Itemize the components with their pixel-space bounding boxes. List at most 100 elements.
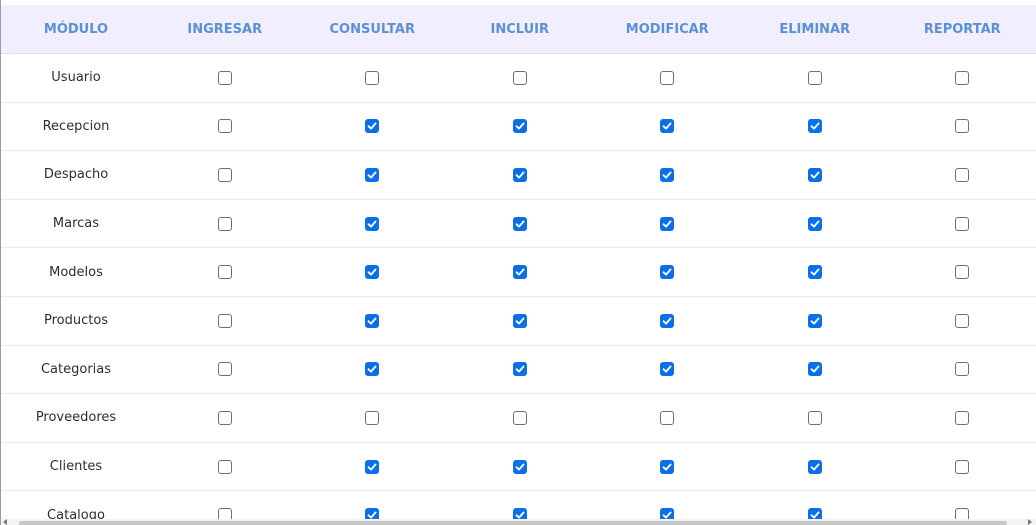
checkbox-reportar[interactable] bbox=[955, 362, 970, 377]
scroll-left-arrow-icon[interactable] bbox=[3, 519, 7, 525]
module-name: Clientes bbox=[1, 442, 151, 492]
module-name: Marcas bbox=[1, 199, 151, 249]
permission-cell-incluir bbox=[446, 345, 594, 395]
checkbox-incluir[interactable] bbox=[512, 70, 527, 85]
permission-cell-reportar bbox=[888, 150, 1036, 200]
permission-cell-reportar bbox=[888, 199, 1036, 249]
permission-cell-consultar bbox=[298, 345, 446, 395]
checkbox-ingresar[interactable] bbox=[217, 313, 232, 328]
checkbox-eliminar[interactable] bbox=[807, 119, 822, 134]
permission-cell-modificar bbox=[593, 393, 741, 443]
permission-cell-ingresar bbox=[151, 296, 299, 346]
checkbox-ingresar[interactable] bbox=[217, 459, 232, 474]
permission-cell-incluir bbox=[446, 393, 594, 443]
check-icon bbox=[662, 365, 672, 373]
checkbox-eliminar[interactable] bbox=[807, 265, 822, 280]
scrollbar-thumb[interactable] bbox=[19, 521, 1007, 525]
checkbox-modificar[interactable] bbox=[660, 167, 675, 182]
checkbox-consultar[interactable] bbox=[365, 167, 380, 182]
scroll-right-arrow-icon[interactable] bbox=[1028, 519, 1032, 525]
checkbox-consultar[interactable] bbox=[365, 70, 380, 85]
checkbox-reportar[interactable] bbox=[955, 265, 970, 280]
checkbox-modificar[interactable] bbox=[660, 459, 675, 474]
check-icon bbox=[810, 463, 820, 471]
checkbox-modificar[interactable] bbox=[660, 313, 675, 328]
checkbox-modificar[interactable] bbox=[660, 362, 675, 377]
checkbox-modificar[interactable] bbox=[660, 265, 675, 280]
checkbox-reportar[interactable] bbox=[955, 459, 970, 474]
permission-cell-eliminar bbox=[741, 247, 889, 297]
check-icon bbox=[810, 317, 820, 325]
checkbox-eliminar[interactable] bbox=[807, 70, 822, 85]
permission-cell-modificar bbox=[593, 102, 741, 152]
checkbox-eliminar[interactable] bbox=[807, 362, 822, 377]
module-name: Usuario bbox=[1, 53, 151, 103]
checkbox-ingresar[interactable] bbox=[217, 167, 232, 182]
header-eliminar: ELIMINAR bbox=[741, 5, 889, 54]
checkbox-incluir[interactable] bbox=[512, 167, 527, 182]
checkbox-ingresar[interactable] bbox=[217, 265, 232, 280]
checkbox-reportar[interactable] bbox=[955, 119, 970, 134]
checkbox-incluir[interactable] bbox=[512, 459, 527, 474]
check-icon bbox=[810, 220, 820, 228]
checkbox-consultar[interactable] bbox=[365, 410, 380, 425]
checkbox-reportar[interactable] bbox=[955, 313, 970, 328]
checkbox-consultar[interactable] bbox=[365, 265, 380, 280]
horizontal-scrollbar[interactable] bbox=[1, 519, 1036, 525]
checkbox-eliminar[interactable] bbox=[807, 459, 822, 474]
checkbox-modificar[interactable] bbox=[660, 410, 675, 425]
checkbox-incluir[interactable] bbox=[512, 216, 527, 231]
permission-cell-consultar bbox=[298, 102, 446, 152]
checkbox-modificar[interactable] bbox=[660, 70, 675, 85]
checkbox-eliminar[interactable] bbox=[807, 216, 822, 231]
checkbox-eliminar[interactable] bbox=[807, 313, 822, 328]
checkbox-consultar[interactable] bbox=[365, 459, 380, 474]
checkbox-ingresar[interactable] bbox=[217, 119, 232, 134]
checkbox-eliminar[interactable] bbox=[807, 167, 822, 182]
checkbox-consultar[interactable] bbox=[365, 362, 380, 377]
permission-cell-modificar bbox=[593, 53, 741, 103]
checkbox-reportar[interactable] bbox=[955, 70, 970, 85]
check-icon bbox=[367, 220, 377, 228]
checkbox-ingresar[interactable] bbox=[217, 410, 232, 425]
checkbox-consultar[interactable] bbox=[365, 119, 380, 134]
checkbox-consultar[interactable] bbox=[365, 313, 380, 328]
checkbox-incluir[interactable] bbox=[512, 119, 527, 134]
check-icon bbox=[367, 122, 377, 130]
permission-cell-eliminar bbox=[741, 345, 889, 395]
check-icon bbox=[662, 268, 672, 276]
checkbox-modificar[interactable] bbox=[660, 216, 675, 231]
checkbox-eliminar[interactable] bbox=[807, 410, 822, 425]
header-ingresar: INGRESAR bbox=[151, 5, 299, 54]
permission-cell-eliminar bbox=[741, 199, 889, 249]
checkbox-incluir[interactable] bbox=[512, 410, 527, 425]
check-icon bbox=[515, 463, 525, 471]
checkbox-incluir[interactable] bbox=[512, 313, 527, 328]
checkbox-reportar[interactable] bbox=[955, 410, 970, 425]
permission-cell-incluir bbox=[446, 150, 594, 200]
table-row: Usuario bbox=[1, 53, 1036, 103]
check-icon bbox=[810, 365, 820, 373]
check-icon bbox=[662, 220, 672, 228]
table-row: Productos bbox=[1, 296, 1036, 346]
checkbox-reportar[interactable] bbox=[955, 167, 970, 182]
check-icon bbox=[515, 365, 525, 373]
checkbox-incluir[interactable] bbox=[512, 362, 527, 377]
checkbox-consultar[interactable] bbox=[365, 216, 380, 231]
permission-cell-eliminar bbox=[741, 393, 889, 443]
check-icon bbox=[367, 268, 377, 276]
header-consultar: CONSULTAR bbox=[298, 5, 446, 54]
permission-cell-ingresar bbox=[151, 247, 299, 297]
checkbox-modificar[interactable] bbox=[660, 119, 675, 134]
checkbox-reportar[interactable] bbox=[955, 216, 970, 231]
checkbox-ingresar[interactable] bbox=[217, 70, 232, 85]
checkbox-ingresar[interactable] bbox=[217, 216, 232, 231]
header-row: MÓDULO INGRESAR CONSULTAR INCLUIR MODIFI… bbox=[1, 5, 1036, 54]
permission-cell-eliminar bbox=[741, 296, 889, 346]
permission-cell-incluir bbox=[446, 442, 594, 492]
checkbox-ingresar[interactable] bbox=[217, 362, 232, 377]
permission-cell-consultar bbox=[298, 442, 446, 492]
check-icon bbox=[662, 463, 672, 471]
module-name: Despacho bbox=[1, 150, 151, 200]
checkbox-incluir[interactable] bbox=[512, 265, 527, 280]
